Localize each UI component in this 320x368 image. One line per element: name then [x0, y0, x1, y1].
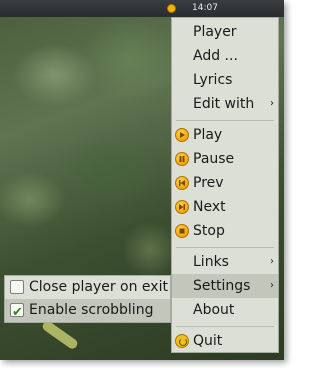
top-panel: 14:07 [0, 0, 284, 17]
menu-item-quit[interactable]: Quit [172, 329, 278, 353]
option-label: Enable scrobbling [29, 302, 154, 318]
chevron-right-icon: › [270, 256, 274, 267]
settings-submenu: Close player on exit ✔ Enable scrobbling [4, 275, 171, 323]
option-label: Close player on exit [29, 279, 168, 295]
menu-item-play[interactable]: Play [172, 123, 278, 147]
player-tray-icon[interactable] [167, 4, 176, 13]
menu-item-player[interactable]: Player [172, 20, 278, 44]
enable-scrobbling-checkbox[interactable]: ✔ [10, 303, 24, 320]
play-icon [175, 128, 189, 142]
enable-scrobbling-option[interactable]: ✔ Enable scrobbling [5, 299, 170, 322]
menu-item-label: Prev [193, 175, 224, 191]
chevron-right-icon: › [270, 280, 274, 291]
menu-item-next[interactable]: Next [172, 195, 278, 219]
menu-item-links[interactable]: Links › [172, 250, 278, 274]
menu-separator [176, 326, 274, 327]
menu-item-prev[interactable]: Prev [172, 171, 278, 195]
menu-item-label: Player [193, 24, 237, 40]
context-menu: Player Add ... Lyrics Edit with › Play P… [171, 17, 279, 353]
chevron-right-icon: › [270, 98, 274, 109]
wallpaper-grass-blade [40, 319, 80, 351]
menu-item-label: Play [193, 127, 223, 143]
prev-icon [175, 176, 189, 190]
menu-item-label: Add ... [193, 48, 238, 64]
menu-item-label: Settings [193, 278, 251, 294]
menu-separator [176, 120, 274, 121]
next-icon [175, 200, 189, 214]
menu-item-label: About [193, 302, 235, 318]
menu-item-label: Lyrics [193, 72, 233, 88]
close-player-on-exit-checkbox[interactable] [10, 280, 24, 294]
menu-item-label: Next [193, 199, 226, 215]
menu-item-pause[interactable]: Pause [172, 147, 278, 171]
menu-item-lyrics[interactable]: Lyrics [172, 68, 278, 92]
menu-item-label: Quit [193, 333, 223, 349]
menu-item-label: Stop [193, 223, 225, 239]
menu-item-stop[interactable]: Stop [172, 219, 278, 243]
menu-item-label: Links [193, 254, 229, 270]
stop-icon [175, 224, 189, 238]
close-player-on-exit-option[interactable]: Close player on exit [5, 276, 170, 299]
checkmark-icon: ✔ [12, 305, 23, 320]
menu-item-about[interactable]: About [172, 298, 278, 322]
menu-item-label: Pause [193, 151, 235, 167]
menu-item-settings[interactable]: Settings › [172, 274, 278, 298]
quit-icon [175, 334, 189, 348]
menu-item-add[interactable]: Add ... [172, 44, 278, 68]
menu-item-edit-with[interactable]: Edit with › [172, 92, 278, 116]
pause-icon [175, 152, 189, 166]
clock[interactable]: 14:07 [185, 2, 225, 15]
menu-separator [176, 247, 274, 248]
menu-item-label: Edit with [193, 96, 255, 112]
